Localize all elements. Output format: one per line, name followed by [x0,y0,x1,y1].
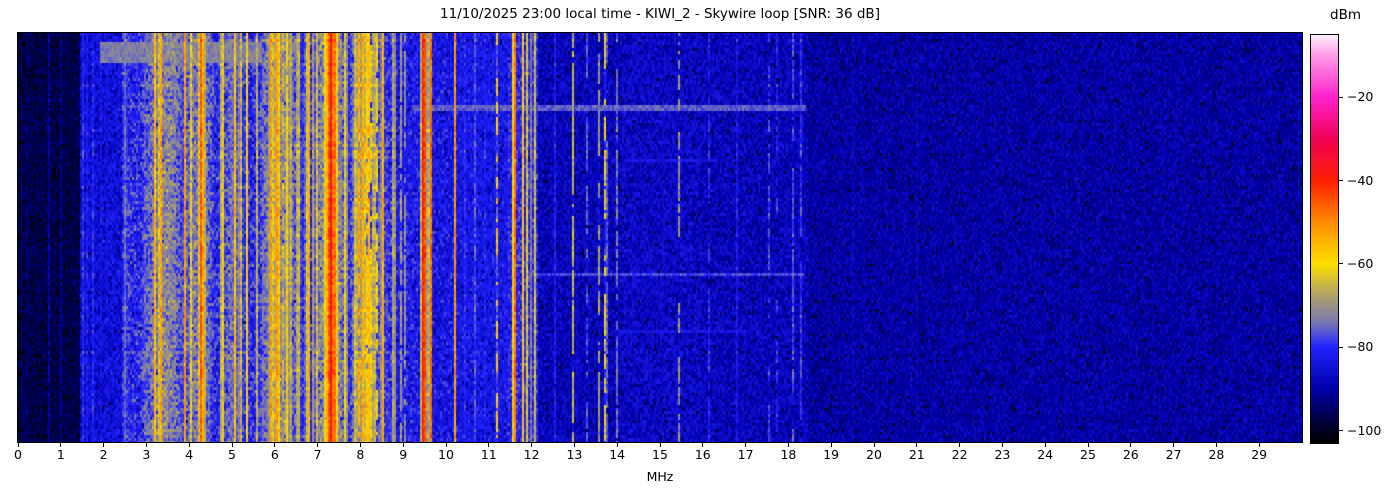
x-tick-label: 23 [994,447,1011,462]
x-tick-label: 18 [780,447,797,462]
x-tick-label: 14 [609,447,626,462]
x-tick-label: 19 [823,447,840,462]
x-tick-label: 12 [523,447,540,462]
spectrogram-report: 11/10/2025 23:00 local time - KIWI_2 - S… [0,0,1400,500]
x-tick-label: 0 [14,447,22,462]
colorbar-unit-label: dBm [1330,7,1361,23]
x-tick-label: 29 [1251,447,1268,462]
x-tick-label: 24 [1037,447,1054,462]
x-tick-label: 27 [1165,447,1182,462]
colorbar-tick-label: −20 [1347,89,1374,105]
waterfall-plot-frame [17,32,1303,443]
colorbar-tick-label: −80 [1347,339,1374,355]
waterfall-heatmap [18,33,1302,442]
colorbar-tick [1339,346,1343,348]
x-tick-label: 16 [694,447,711,462]
colorbar-frame [1310,34,1339,444]
x-tick-label: 7 [313,447,322,462]
colorbar-gradient [1311,35,1338,443]
x-tick-label: 25 [1080,447,1096,462]
x-tick-label: 1 [56,447,65,462]
colorbar-tick-label: −60 [1347,255,1374,271]
x-tick-label: 11 [480,447,497,462]
x-tick-label: 17 [737,447,754,462]
x-tick-label: 28 [1208,447,1225,462]
x-tick-label: 10 [438,447,454,462]
x-axis-label: MHz [646,469,674,484]
colorbar-tick-label: −100 [1347,422,1382,438]
colorbar-tick-label: −40 [1347,172,1374,188]
x-tick-label: 9 [399,447,408,462]
x-tick-label: 13 [566,447,583,462]
colorbar-tick [1339,263,1343,265]
x-tick-label: 15 [652,447,668,462]
x-tick-label: 2 [99,447,108,462]
x-tick-label: 5 [228,447,236,462]
x-tick-label: 26 [1122,447,1139,462]
x-tick-label: 3 [142,447,151,462]
x-tick-label: 21 [908,447,925,462]
x-tick-label: 4 [185,447,194,462]
x-tick-label: 22 [951,447,968,462]
x-tick-label: 6 [270,447,279,462]
x-tick-label: 8 [356,447,365,462]
chart-title: 11/10/2025 23:00 local time - KIWI_2 - S… [440,6,880,22]
colorbar-tick [1339,180,1343,182]
colorbar-tick [1339,430,1343,431]
x-tick-label: 20 [866,447,882,462]
colorbar-tick [1339,96,1343,98]
